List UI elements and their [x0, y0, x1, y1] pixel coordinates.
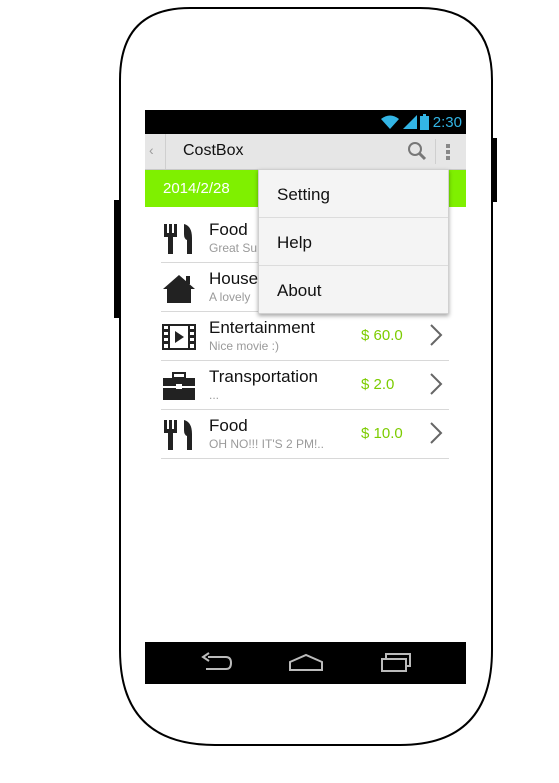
item-note: A lovely: [209, 290, 251, 304]
item-note: Great Su: [209, 241, 258, 255]
item-amount: $ 2.0: [361, 376, 395, 393]
item-amount: $ 60.0: [361, 327, 403, 344]
back-icon[interactable]: [200, 652, 232, 674]
app-title: CostBox: [183, 142, 244, 159]
power-button: [492, 138, 497, 202]
list-item[interactable]: Entertainment Nice movie :) $ 60.0: [161, 312, 449, 361]
menu-item-about[interactable]: About: [259, 266, 448, 313]
item-amount: $ 10.0: [361, 425, 403, 442]
film-icon: [162, 324, 196, 350]
item-note: OH NO!!! IT'S 2 PM!..: [209, 437, 324, 451]
volume-button: [114, 200, 120, 318]
menu-item-help[interactable]: Help: [259, 218, 448, 266]
action-bar: ‹ CostBox: [145, 134, 466, 170]
menu-item-setting[interactable]: Setting: [259, 170, 448, 218]
menu-item-label: Help: [277, 233, 312, 252]
list-item[interactable]: Transportation ... $ 2.0: [161, 361, 449, 410]
item-category: Food: [209, 220, 248, 239]
item-category: Transportation: [209, 367, 318, 386]
chevron-right-icon: [430, 422, 443, 444]
overflow-menu: Setting Help About: [258, 169, 449, 314]
item-category: Entertainment: [209, 318, 315, 337]
wifi-icon: [380, 115, 399, 129]
item-note: Nice movie :): [209, 339, 280, 353]
action-bar-divider: [165, 134, 166, 169]
recent-apps-icon[interactable]: [380, 652, 412, 674]
status-bar: 2:30: [145, 110, 466, 134]
item-category: Food: [209, 416, 248, 435]
menu-item-label: Setting: [277, 185, 330, 204]
overflow-menu-icon[interactable]: [445, 144, 451, 160]
signal-icon: [402, 115, 417, 129]
date-label: 2014/2/28: [163, 180, 230, 197]
fork-knife-icon: [164, 420, 192, 450]
home-icon[interactable]: [288, 652, 324, 674]
fork-knife-icon: [164, 224, 192, 254]
chevron-right-icon: [430, 324, 443, 346]
house-icon: [163, 275, 195, 303]
action-bar-separator: [435, 139, 436, 164]
status-time: 2:30: [432, 113, 462, 131]
item-note: ...: [209, 388, 220, 402]
item-category: House: [209, 269, 259, 288]
search-icon[interactable]: [407, 141, 427, 161]
battery-icon: [419, 114, 429, 130]
list-item[interactable]: Food OH NO!!! IT'S 2 PM!.. $ 10.0: [161, 410, 449, 459]
menu-item-label: About: [277, 281, 322, 300]
briefcase-icon: [163, 372, 195, 400]
navigation-bar: [145, 642, 466, 684]
chevron-right-icon: [430, 373, 443, 395]
back-chevron-icon[interactable]: ‹: [149, 142, 154, 158]
